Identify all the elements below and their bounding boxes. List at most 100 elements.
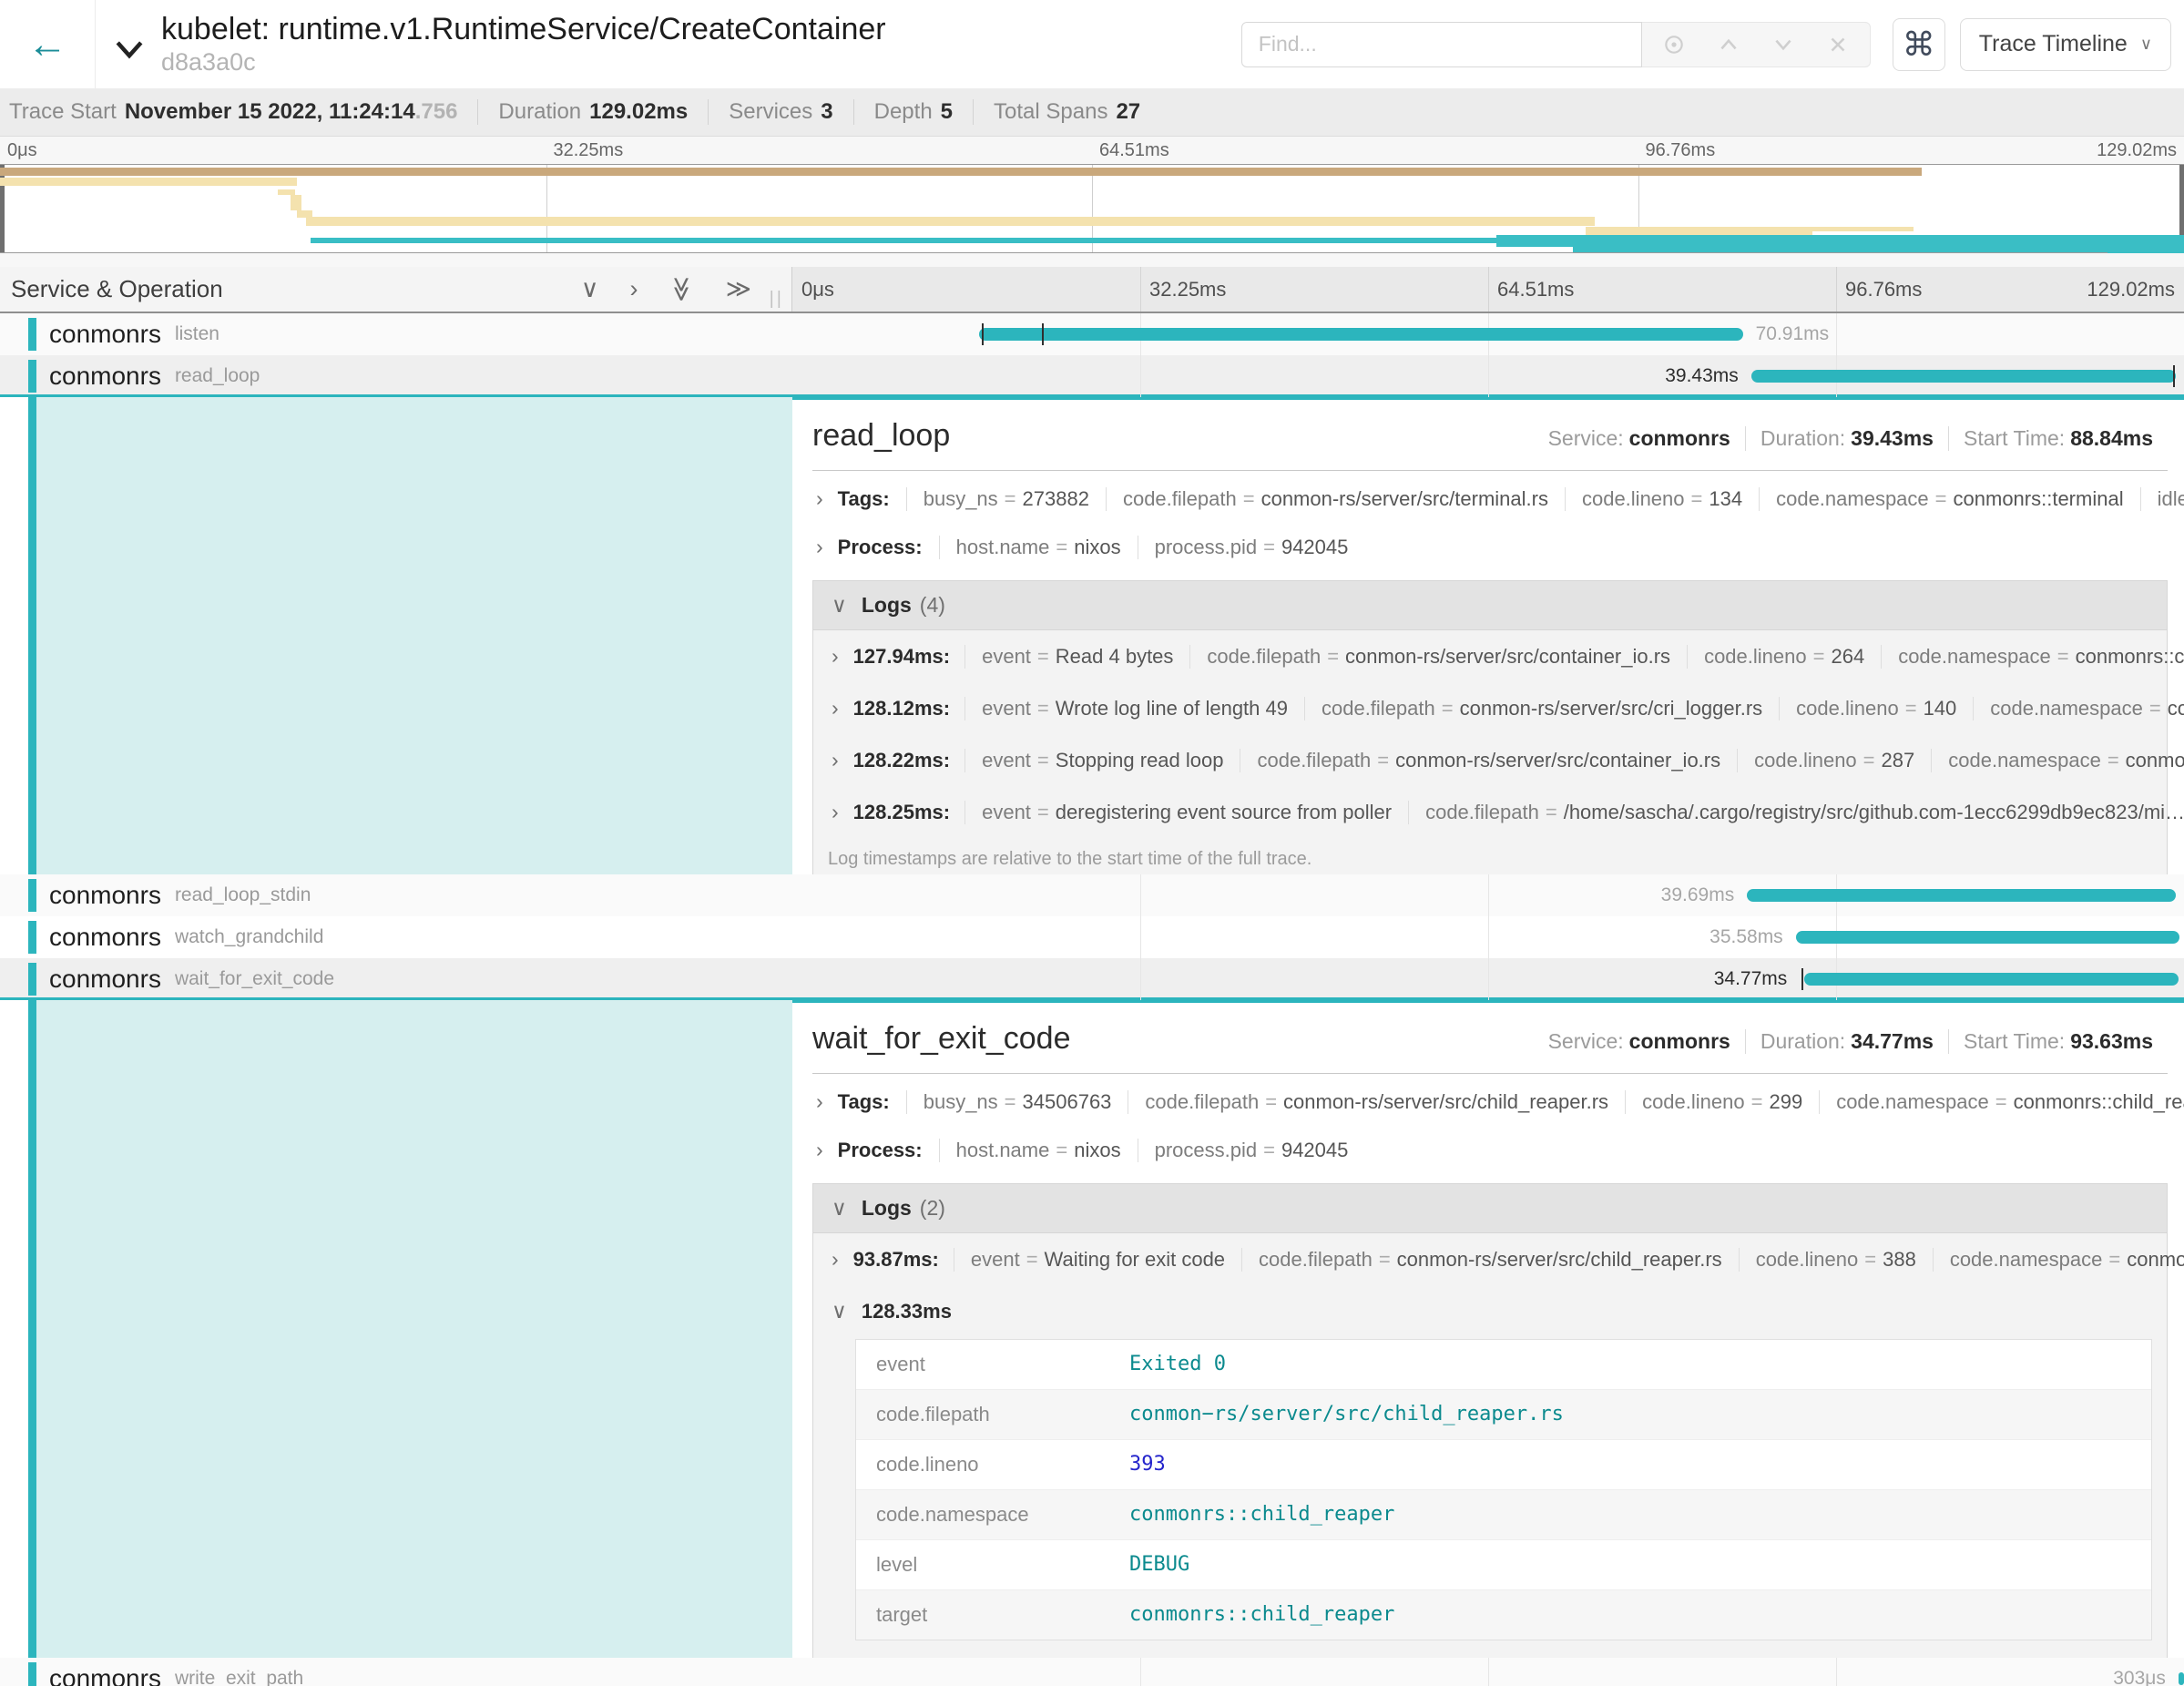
find-next-icon[interactable] xyxy=(1771,33,1795,56)
service-color-band xyxy=(28,360,36,393)
clear-find-icon[interactable] xyxy=(1826,33,1850,56)
log-entry-expanded[interactable]: ∨ 128.33ms xyxy=(813,1285,2167,1337)
span-row-read-loop-stdin[interactable]: conmonrs read_loop_stdin 39.69ms xyxy=(0,874,2184,916)
expand-one-icon[interactable]: › xyxy=(629,277,638,301)
tick-label: 64.51ms xyxy=(1099,140,1169,161)
view-selector-button[interactable]: Trace Timeline ∨ xyxy=(1960,18,2171,71)
span-row-watch-grandchild[interactable]: conmonrs watch_grandchild 35.58ms xyxy=(0,916,2184,958)
minimap-canvas[interactable] xyxy=(0,164,2184,253)
operation-name: listen xyxy=(175,323,219,345)
detail-service: Service:conmonrs xyxy=(1534,1029,1745,1054)
log-field: code.lineno=140 xyxy=(1779,697,1973,720)
log-entry[interactable]: › 128.12ms: event=Wrote log line of leng… xyxy=(813,682,2167,734)
collapse-one-icon[interactable]: ∨ xyxy=(581,277,599,301)
log-field: event=Stopping read loop xyxy=(964,749,1240,772)
back-arrow-icon: ← xyxy=(27,22,67,67)
log-field: code.namespace=co… xyxy=(1973,697,2184,720)
span-duration: 35.58ms xyxy=(1709,926,1796,948)
minimap-span xyxy=(1812,227,1913,231)
span-bar[interactable] xyxy=(1804,973,2179,986)
tags-toggle-row[interactable]: › Tags: busy_ns=273882 code.filepath=con… xyxy=(812,475,2168,523)
chevron-right-icon: › xyxy=(832,800,839,824)
span-row-listen[interactable]: conmonrs listen 70.91ms xyxy=(0,313,2184,355)
header: ← kubelet: runtime.v1.RuntimeService/Cre… xyxy=(0,0,2184,88)
column-resizer-handle[interactable]: || xyxy=(770,289,784,310)
logs-note: Log timestamps are relative to the start… xyxy=(813,838,2167,874)
service-operation-header: Service & Operation ∨ › ≫ ≫ || xyxy=(0,267,792,312)
process-toggle-row[interactable]: › Process: host.name=nixos process.pid=9… xyxy=(812,523,2168,571)
page-title: kubelet: runtime.v1.RuntimeService/Creat… xyxy=(161,12,886,47)
span-bar[interactable] xyxy=(1796,931,2180,944)
span-detail-card: wait_for_exit_code Service:conmonrs Dura… xyxy=(792,1000,2184,1658)
locate-icon[interactable] xyxy=(1662,33,1686,56)
table-row: code.namespace conmonrs::child_reaper xyxy=(856,1490,2151,1540)
table-row: code.filepath conmon−rs/server/src/child… xyxy=(856,1390,2151,1440)
span-bar[interactable] xyxy=(1747,889,2176,902)
chevron-right-icon: › xyxy=(832,696,839,720)
span-duration: 303μs xyxy=(2113,1668,2179,1686)
collapse-all-icon[interactable]: ≫ xyxy=(669,276,694,301)
detail-duration: Duration:34.77ms xyxy=(1745,1029,1948,1054)
process-toggle-row[interactable]: › Process: host.name=nixos process.pid=9… xyxy=(812,1126,2168,1174)
span-bar[interactable] xyxy=(2179,1672,2184,1685)
log-entry[interactable]: › 127.94ms: event=Read 4 bytes code.file… xyxy=(813,630,2167,682)
tick-label: 129.02ms xyxy=(2087,278,2175,301)
detail-start-time: Start Time:93.63ms xyxy=(1948,1029,2168,1054)
log-entry[interactable]: › 93.87ms: event=Waiting for exit code c… xyxy=(813,1233,2167,1285)
span-title: wait_for_exit_code xyxy=(812,1021,1071,1057)
log-entry[interactable]: › 128.25ms: event=deregistering event so… xyxy=(813,786,2167,838)
find-prev-icon[interactable] xyxy=(1717,33,1740,56)
collapse-title-button[interactable] xyxy=(114,37,145,61)
span-bar[interactable] xyxy=(979,328,1743,341)
operation-name: wait_for_exit_code xyxy=(175,968,334,990)
back-button[interactable]: ← xyxy=(0,0,96,88)
tags-toggle-row[interactable]: › Tags: busy_ns=34506763 code.filepath=c… xyxy=(812,1078,2168,1126)
service-color-band xyxy=(28,318,36,351)
minimap-ticks: 0μs 32.25ms 64.51ms 96.76ms 129.02ms xyxy=(0,137,2184,164)
tag-item: code.lineno=134 xyxy=(1565,487,1759,511)
logs-count: (2) xyxy=(920,1196,945,1221)
chevron-right-icon: › xyxy=(816,1138,823,1162)
keyboard-shortcuts-button[interactable]: ⌘ xyxy=(1893,18,1945,71)
span-detail-wait-for-exit-code: wait_for_exit_code Service:conmonrs Dura… xyxy=(0,1000,2184,1658)
log-field: event=Waiting for exit code xyxy=(954,1248,1241,1272)
minimap-span xyxy=(311,238,1496,243)
log-entry[interactable]: › 128.22ms: event=Stopping read loop cod… xyxy=(813,734,2167,786)
table-row: code.lineno 393 xyxy=(856,1440,2151,1490)
tag-item: code.filepath=conmon-rs/server/src/child… xyxy=(1128,1090,1625,1114)
logs-section: ∨ Logs (2) › 93.87ms: event=Waiting for … xyxy=(812,1183,2168,1658)
tag-item: idle_n… xyxy=(2140,487,2184,511)
logs-header[interactable]: ∨ Logs (2) xyxy=(813,1184,2167,1233)
logs-count: (4) xyxy=(920,593,945,618)
span-row-read-loop[interactable]: conmonrs read_loop 39.43ms xyxy=(0,355,2184,397)
span-title: read_loop xyxy=(812,418,950,454)
service-name: conmonrs xyxy=(49,362,161,391)
logs-header[interactable]: ∨ Logs (4) xyxy=(813,581,2167,630)
table-row: level DEBUG xyxy=(856,1540,2151,1590)
span-row-write-exit-path[interactable]: conmonrs write_exit_path 303μs xyxy=(0,1658,2184,1686)
span-row-wait-for-exit-code[interactable]: conmonrs wait_for_exit_code 34.77ms xyxy=(0,958,2184,1000)
log-field: code.filepath=conmon-rs/server/src/conta… xyxy=(1189,645,1687,669)
service-name: conmonrs xyxy=(49,320,161,349)
log-field: code.namespace=conmon… xyxy=(1931,749,2184,772)
log-field: event=Wrote log line of length 49 xyxy=(964,697,1304,720)
chevron-down-icon: ∨ xyxy=(2140,35,2152,54)
service-color-band xyxy=(28,921,36,954)
span-bar[interactable] xyxy=(1751,370,2176,383)
logs-section: ∨ Logs (4) › 127.94ms: event=Read 4 byte… xyxy=(812,580,2168,874)
log-field: event=Read 4 bytes xyxy=(964,645,1189,669)
span-duration: 34.77ms xyxy=(1714,968,1801,990)
service-color-band xyxy=(28,879,36,912)
log-field: code.namespace=conmonrs::co… xyxy=(1881,645,2184,669)
service-color-band xyxy=(28,1662,36,1686)
find-tools xyxy=(1642,22,1871,67)
span-table-header: Service & Operation ∨ › ≫ ≫ || 0μs 32.25… xyxy=(0,267,2184,313)
find-input[interactable] xyxy=(1241,22,1642,67)
tick-label: 32.25ms xyxy=(554,140,624,161)
chevron-right-icon: › xyxy=(832,1247,839,1272)
expand-all-icon[interactable]: ≫ xyxy=(726,277,751,301)
service-name: conmonrs xyxy=(49,881,161,910)
chevron-down-icon: ∨ xyxy=(832,1299,847,1323)
tag-item: code.namespace=conmonrs::child_reap… xyxy=(1819,1090,2184,1114)
jaeger-trace-page: ← kubelet: runtime.v1.RuntimeService/Cre… xyxy=(0,0,2184,1686)
